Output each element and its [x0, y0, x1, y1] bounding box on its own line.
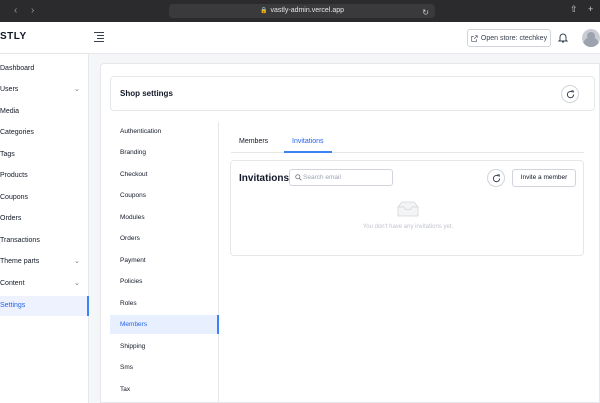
sidebar-item-products[interactable]: Products	[0, 166, 89, 186]
page-title: Shop settings	[120, 89, 173, 98]
sidebar: Dashboard Users ⌄ Media Categories Tags P…	[0, 54, 89, 403]
forward-icon[interactable]: ›	[31, 5, 34, 17]
chevron-down-icon: ⌄	[74, 86, 80, 93]
menu-toggle-icon[interactable]	[94, 32, 104, 42]
settings-nav-policies[interactable]: Policies	[110, 272, 219, 291]
settings-nav-coupons[interactable]: Coupons	[110, 186, 219, 205]
address-bar[interactable]: 🔒 vastly-admin.vercel.app ↻	[169, 4, 435, 18]
settings-nav: Authentication Branding Checkout Coupons…	[110, 122, 219, 403]
sidebar-item-dashboard[interactable]: Dashboard	[0, 59, 89, 79]
settings-nav-checkout[interactable]: Checkout	[110, 165, 219, 184]
sidebar-item-media[interactable]: Media	[0, 102, 89, 122]
new-tab-icon[interactable]: +	[588, 4, 593, 14]
sidebar-item-label: Products	[0, 172, 28, 179]
sidebar-item-label: Users	[0, 86, 19, 93]
settings-nav-tax[interactable]: Tax	[110, 380, 219, 399]
sidebar-item-label: Tags	[0, 151, 15, 158]
empty-state-text: You don't have any invitations yet.	[362, 224, 454, 230]
sidebar-item-label: Orders	[0, 215, 22, 222]
invite-member-button[interactable]: Invite a member	[512, 169, 576, 187]
settings-nav-shipping[interactable]: Shipping	[110, 337, 219, 356]
url-text: vastly-admin.vercel.app	[270, 7, 344, 14]
search-input[interactable]	[303, 171, 391, 184]
invitations-card: Invitations Invite a member You don't ha…	[230, 160, 584, 256]
open-store-label: Open store: ctechkey	[480, 34, 548, 42]
sidebar-item-label: Coupons	[0, 194, 29, 201]
sidebar-item-label: Theme parts	[0, 258, 40, 265]
invitations-title: Invitations	[239, 173, 290, 184]
tab-invitations[interactable]: Invitations	[292, 138, 324, 145]
settings-nav-branding[interactable]: Branding	[110, 143, 219, 162]
active-tab-indicator	[284, 151, 332, 153]
refresh-button[interactable]	[561, 85, 579, 103]
reload-icon[interactable]: ↻	[422, 6, 429, 20]
settings-nav-members[interactable]: Members	[110, 315, 219, 334]
sidebar-item-content[interactable]: Content ⌄	[0, 274, 89, 294]
sidebar-item-label: Content	[0, 280, 25, 287]
settings-nav-authentication[interactable]: Authentication	[110, 122, 219, 141]
search-field[interactable]	[289, 169, 393, 186]
settings-nav-orders[interactable]: Orders	[110, 229, 219, 248]
shop-settings-header: Shop settings	[110, 76, 595, 111]
chevron-down-icon: ⌄	[74, 280, 80, 287]
logo: STLY	[0, 31, 27, 42]
sidebar-item-coupons[interactable]: Coupons	[0, 188, 89, 208]
search-icon	[295, 174, 302, 181]
share-icon[interactable]: ⇧	[570, 4, 578, 15]
browser-toolbar: ‹ › 🔒 vastly-admin.vercel.app ↻ ⇧ +	[0, 0, 600, 22]
sidebar-item-label: Media	[0, 108, 20, 115]
notification-bell-icon[interactable]	[557, 32, 569, 43]
main-panel: Shop settings Authentication Branding Ch…	[100, 63, 600, 403]
settings-nav-modules[interactable]: Modules	[110, 208, 219, 227]
chevron-down-icon: ⌄	[74, 258, 80, 265]
refresh-icon	[566, 90, 575, 99]
settings-nav-roles[interactable]: Roles	[110, 294, 219, 313]
refresh-invitations-button[interactable]	[487, 169, 505, 187]
tab-members[interactable]: Members	[239, 138, 268, 145]
sidebar-item-label: Dashboard	[0, 65, 35, 72]
settings-nav-payment[interactable]: Payment	[110, 251, 219, 270]
member-tabs: Members Invitations	[231, 132, 584, 153]
sidebar-item-label: Transactions	[0, 237, 40, 244]
empty-inbox-icon	[397, 201, 419, 217]
avatar[interactable]	[582, 29, 600, 47]
sidebar-item-settings[interactable]: Settings	[0, 296, 89, 316]
sidebar-item-categories[interactable]: Categories	[0, 123, 89, 143]
back-icon[interactable]: ‹	[14, 5, 17, 17]
sidebar-item-users[interactable]: Users ⌄	[0, 80, 89, 100]
external-link-icon	[471, 34, 478, 42]
lock-icon: 🔒	[259, 8, 268, 14]
sidebar-item-tags[interactable]: Tags	[0, 145, 89, 165]
refresh-icon	[492, 174, 501, 183]
sidebar-item-orders[interactable]: Orders	[0, 209, 89, 229]
sidebar-item-label: Categories	[0, 129, 34, 136]
sidebar-item-theme-parts[interactable]: Theme parts ⌄	[0, 252, 89, 272]
sidebar-item-label: Settings	[0, 302, 26, 309]
sidebar-item-transactions[interactable]: Transactions	[0, 231, 89, 251]
settings-nav-sms[interactable]: Sms	[110, 358, 219, 377]
open-store-button[interactable]: Open store: ctechkey	[467, 29, 551, 47]
app-header: STLY Open store: ctechkey	[0, 22, 600, 54]
